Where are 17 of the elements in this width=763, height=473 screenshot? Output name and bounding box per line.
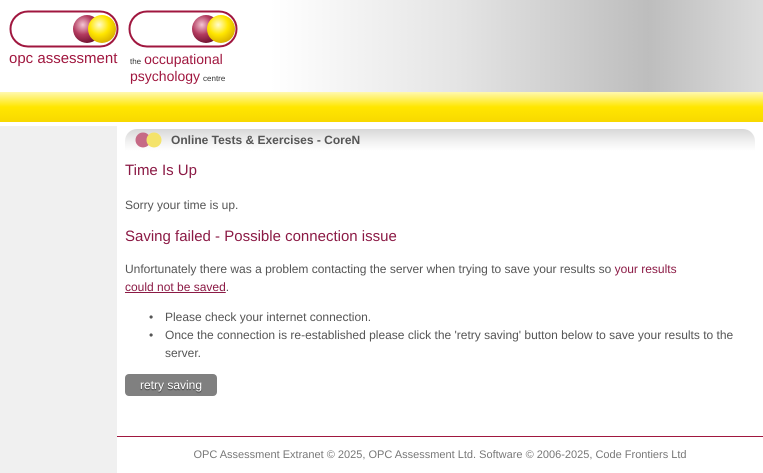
bullet-marker: •: [149, 309, 154, 326]
logo-text: opc assessment: [9, 50, 118, 68]
logo-text: the occupational psychology centre: [129, 52, 226, 86]
bullet-item: Once the connection is re-established please click the 'retry saving' button below to save your results to the server.: [165, 327, 734, 362]
could-not-be-saved-link[interactable]: could not be saved: [125, 280, 226, 294]
panel-title: Online Tests & Exercises - CoreN: [171, 132, 360, 149]
bullet-marker: •: [149, 327, 154, 344]
error-paragraph: Unfortunately there was a problem contacting the server when trying to save your results so your results could not be saved.: [125, 261, 678, 296]
error-heading: Saving failed - Possible connection issue: [125, 226, 398, 246]
spheres-icon: [135, 132, 163, 148]
bullet-item: Please check your internet connection.: [165, 309, 372, 326]
message-text: Sorry your time is up.: [125, 196, 240, 214]
retry-saving-button[interactable]: retry saving: [125, 374, 218, 396]
footer-text: OPC Assessment Extranet © 2025, OPC Assessment Ltd. Software © 2006-2025, Code Frontiers Ltd: [193, 448, 687, 463]
logo-icon: [128, 10, 238, 48]
page-heading: Time Is Up: [125, 161, 198, 181]
logo-icon: [9, 10, 119, 48]
